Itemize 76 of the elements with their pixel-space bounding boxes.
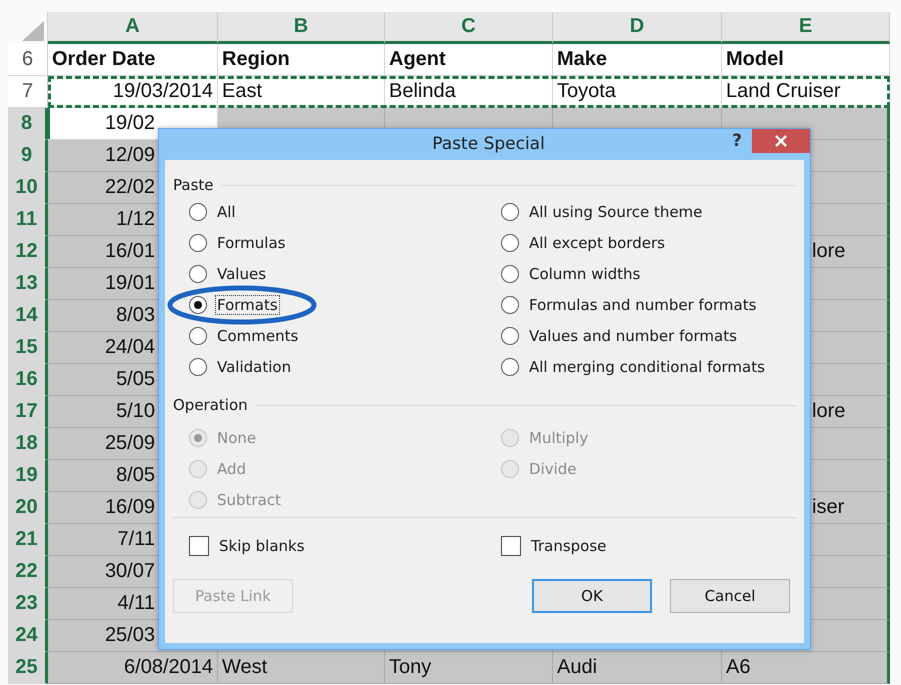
option-label: Formats <box>215 294 280 314</box>
option-label: None <box>216 428 258 448</box>
checkbox[interactable] <box>189 536 209 556</box>
row-header[interactable]: 10 <box>8 172 48 204</box>
help-button[interactable]: ? <box>722 131 752 151</box>
row-header[interactable]: 11 <box>8 204 48 236</box>
row-header[interactable]: 19 <box>8 460 48 492</box>
radio-button[interactable] <box>501 296 519 314</box>
radio-button[interactable] <box>189 202 207 220</box>
radio-button[interactable] <box>501 264 519 282</box>
table-cell: Agent <box>385 44 553 76</box>
row-header[interactable]: 16 <box>8 364 48 396</box>
radio-button[interactable] <box>501 326 519 344</box>
radio-button[interactable] <box>501 202 519 220</box>
column-header[interactable]: B <box>218 12 385 44</box>
table-cell: Order Date <box>48 44 218 76</box>
ok-button[interactable]: OK <box>532 579 652 613</box>
checkbox-label: Skip blanks <box>218 536 306 556</box>
option-label: Formulas <box>216 232 286 252</box>
radio-button[interactable] <box>189 234 207 252</box>
row-header[interactable]: 17 <box>8 396 48 428</box>
row-header[interactable]: 21 <box>8 524 48 556</box>
checkbox-label: Transpose <box>530 536 608 556</box>
row-header[interactable]: 13 <box>8 268 48 300</box>
close-icon <box>774 134 788 148</box>
row-header[interactable]: 22 <box>8 556 48 588</box>
row-header[interactable]: 25 <box>8 652 48 684</box>
option-label: Column widths <box>528 264 642 284</box>
radio-button[interactable] <box>189 264 207 282</box>
table-cell: Region <box>218 44 385 76</box>
option-label: All <box>216 202 237 222</box>
table-cell: Audi <box>553 652 722 684</box>
table-cell: West <box>218 652 385 684</box>
option-label: Add <box>216 458 248 478</box>
option-label: Validation <box>216 356 292 376</box>
option-label: Subtract <box>216 490 282 510</box>
option-label: Formulas and number formats <box>528 294 758 314</box>
table-cell: A6 <box>722 652 890 684</box>
row-header[interactable]: 20 <box>8 492 48 524</box>
row-header[interactable]: 8 <box>8 108 48 140</box>
cancel-button[interactable]: Cancel <box>670 579 790 613</box>
table-cell: 6/08/2014 <box>48 652 218 684</box>
table-cell: Toyota <box>553 76 722 108</box>
option-label: All except borders <box>528 232 666 252</box>
table-cell: Tony <box>385 652 553 684</box>
row-header[interactable]: 14 <box>8 300 48 332</box>
dialog-title: Paste Special <box>431 133 546 154</box>
option-label: Multiply <box>528 428 590 448</box>
radio-button[interactable] <box>501 234 519 252</box>
row-header[interactable]: 24 <box>8 620 48 652</box>
option-label: All using Source theme <box>528 202 704 222</box>
row-header[interactable]: 9 <box>8 140 48 172</box>
checkbox[interactable] <box>501 536 521 556</box>
radio-button[interactable] <box>189 326 207 344</box>
column-header[interactable]: D <box>553 12 722 44</box>
row-header[interactable]: 12 <box>8 236 48 268</box>
table-cell: Make <box>553 44 722 76</box>
column-header[interactable]: A <box>48 12 218 44</box>
section-label: Paste <box>173 176 214 194</box>
column-header[interactable]: C <box>385 12 553 44</box>
radio-button[interactable] <box>501 358 519 376</box>
row-header[interactable]: 7 <box>8 76 48 108</box>
radio-button[interactable] <box>189 358 207 376</box>
option-label: Values and number formats <box>528 326 738 346</box>
row-header[interactable]: 18 <box>8 428 48 460</box>
row-header[interactable]: 15 <box>8 332 48 364</box>
option-label: Values <box>216 264 268 284</box>
row-header[interactable]: 23 <box>8 588 48 620</box>
close-button[interactable] <box>752 129 810 153</box>
option-label: Comments <box>216 326 300 346</box>
radio-button[interactable] <box>189 296 207 314</box>
option-label: All merging conditional formats <box>528 356 766 376</box>
option-label: Divide <box>528 458 578 478</box>
column-header[interactable]: E <box>722 12 890 44</box>
table-cell: Model <box>722 44 890 76</box>
row-header[interactable]: 6 <box>8 44 48 76</box>
